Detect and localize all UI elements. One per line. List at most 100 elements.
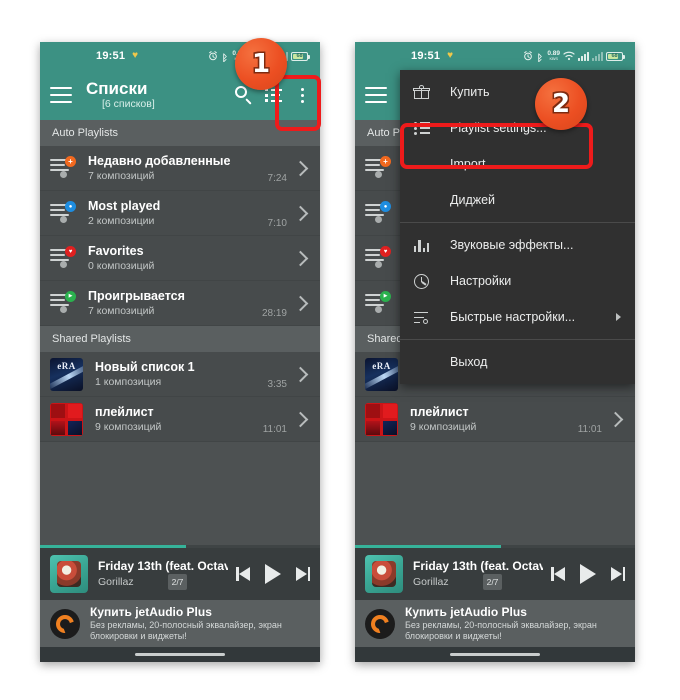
menu-item-settings[interactable]: Настройки: [400, 263, 635, 299]
track-title: Friday 13th (feat. Octav: [98, 558, 228, 573]
list-item-duration: 11:01: [577, 424, 602, 435]
chevron-right-icon: [607, 411, 624, 427]
list-item-title: Favorites: [88, 243, 144, 258]
list-item[interactable]: eRA Новый список 1 1 композиция 3:35: [40, 352, 320, 397]
ad-title: Купить jetAudio Plus: [90, 604, 212, 619]
menu-item-buy[interactable]: Купить: [400, 74, 635, 110]
chevron-right-icon: [292, 250, 309, 266]
player-area-right: Friday 13th (feat. Octav Gorillaz 2/7 Ку…: [355, 545, 635, 662]
gear-icon: [414, 273, 436, 289]
list-item-subtitle: 7 композиций: [88, 169, 155, 182]
skip-previous-icon[interactable]: [551, 567, 565, 581]
badge-play-count-icon: ●: [65, 201, 76, 212]
wifi-icon: [563, 51, 575, 61]
callout-step-1: 1: [235, 38, 287, 90]
playlist-icon: +: [50, 156, 76, 180]
system-navigation-bar: [40, 647, 320, 662]
menu-item-label: Выход: [450, 355, 488, 369]
track-artist-row: Gorillaz 2/7: [98, 573, 228, 590]
list-item-text: Недавно добавленные 7 композиций: [88, 154, 264, 183]
badge-now-playing-icon: ▶: [380, 291, 391, 302]
list-item-subtitle: 7 композиций: [88, 304, 155, 317]
chevron-right-icon: [292, 411, 309, 427]
playlist-icon: ●: [50, 201, 76, 225]
list-item[interactable]: плейлист 9 композиций 11:01: [40, 397, 320, 442]
list-item-title: Most played: [88, 198, 161, 213]
chevron-right-icon: [292, 160, 309, 176]
list-item-title: плейлист: [410, 404, 469, 419]
gorillaz-album-art: [50, 555, 88, 593]
list-item-text: плейлист 9 композиций: [410, 405, 574, 434]
menu-item-dj[interactable]: Диджей: [400, 182, 635, 218]
player-area-left: Friday 13th (feat. Octav Gorillaz 2/7 Ку…: [40, 545, 320, 662]
home-indicator[interactable]: [135, 653, 225, 656]
jetaudio-logo-icon: [50, 608, 80, 639]
skip-previous-icon[interactable]: [236, 567, 250, 581]
list-item-duration: 7:24: [267, 173, 287, 184]
alarm-icon: [209, 51, 218, 61]
list-item-subtitle: 2 композиции: [88, 214, 155, 227]
list-item-duration: 28:19: [261, 308, 287, 319]
status-time: 19:51: [411, 50, 441, 62]
list-item-text: Проигрывается 7 композиций: [88, 289, 258, 318]
list-item-duration: 7:10: [267, 218, 287, 229]
status-bar-right: 19:51 ♥ 0.89 KB/S 68: [355, 42, 635, 70]
skip-next-icon[interactable]: [296, 567, 310, 581]
sliders-icon: [414, 311, 436, 324]
track-artist: Gorillaz: [98, 575, 134, 588]
list-item[interactable]: + Недавно добавленные 7 композиций 7:24: [40, 146, 320, 191]
skip-next-icon[interactable]: [611, 567, 625, 581]
list-item-duration: 11:01: [262, 424, 287, 435]
ad-subtitle: Без рекламы, 20-полосный эквалайзер, экр…: [405, 619, 597, 642]
ad-banner[interactable]: Купить jetAudio Plus Без рекламы, 20-пол…: [40, 600, 320, 647]
badge-add-icon: +: [380, 156, 391, 167]
now-playing-text: Friday 13th (feat. Octav Gorillaz 2/7: [98, 559, 228, 590]
ad-banner[interactable]: Купить jetAudio Plus Без рекламы, 20-пол…: [355, 600, 635, 647]
menu-item-label: Диджей: [450, 193, 496, 207]
menu-divider: [400, 222, 635, 223]
badge-favorite-icon: ♥: [380, 246, 391, 257]
status-time: 19:51: [96, 50, 126, 62]
overflow-dropdown-menu: Купить Playlist settings... Import Дидже…: [400, 70, 635, 384]
screenshot-stage: 19:51 ♥ 0.89KB/S: [0, 0, 680, 700]
list-item-title: Новый список 1: [95, 359, 195, 374]
hamburger-menu-icon[interactable]: [50, 87, 72, 103]
menu-item-quick-settings[interactable]: Быстрые настройки...: [400, 299, 635, 335]
track-counter: 2/7: [167, 573, 188, 590]
play-icon[interactable]: [265, 564, 281, 584]
menu-item-exit[interactable]: Выход: [400, 344, 635, 380]
home-indicator[interactable]: [450, 653, 540, 656]
list-item-subtitle: 1 композиция: [95, 375, 162, 388]
battery-icon: 68: [606, 51, 625, 61]
list-item[interactable]: ● Most played 2 композиции 7:10: [40, 191, 320, 236]
menu-item-label: Быстрые настройки...: [450, 310, 576, 324]
phone-screenshot-left: 19:51 ♥ 0.89KB/S: [40, 42, 320, 662]
now-playing-text: Friday 13th (feat. Octav Gorillaz 2/7: [413, 559, 543, 590]
search-icon[interactable]: [235, 86, 253, 104]
gift-icon: [413, 85, 436, 99]
playlist-icon: ●: [365, 201, 391, 225]
mini-player: Friday 13th (feat. Octav Gorillaz 2/7: [40, 548, 320, 600]
list-item[interactable]: плейлист 9 композиций 11:01: [355, 397, 635, 442]
page-title: Списки: [86, 79, 148, 98]
album-art-caption: eRA: [372, 360, 391, 371]
ad-text: Купить jetAudio Plus Без рекламы, 20-пол…: [405, 605, 625, 643]
list-item-subtitle: 9 композиций: [95, 420, 162, 433]
list-item-text: плейлист 9 композиций: [95, 405, 259, 434]
jetaudio-logo-icon: [365, 608, 395, 639]
ad-title: Купить jetAudio Plus: [405, 604, 527, 619]
playlist-icon: ▶: [365, 291, 391, 315]
menu-item-label: Настройки: [450, 274, 512, 288]
ad-subtitle: Без рекламы, 20-полосный эквалайзер, экр…: [90, 619, 282, 642]
list-item-title: плейлист: [95, 404, 154, 419]
menu-item-sound-effects[interactable]: Звуковые эффекты...: [400, 227, 635, 263]
list-item-title: Проигрывается: [88, 288, 185, 303]
list-item[interactable]: ♥ Favorites 0 композиций: [40, 236, 320, 281]
list-item[interactable]: ▶ Проигрывается 7 композиций 28:19: [40, 281, 320, 326]
hamburger-menu-icon[interactable]: [365, 87, 387, 103]
track-artist: Gorillaz: [413, 575, 449, 588]
play-icon[interactable]: [580, 564, 596, 584]
list-item-title: Недавно добавленные: [88, 153, 231, 168]
status-icons: 0.89KB/S 68: [523, 50, 625, 62]
chevron-right-icon: [292, 295, 309, 311]
